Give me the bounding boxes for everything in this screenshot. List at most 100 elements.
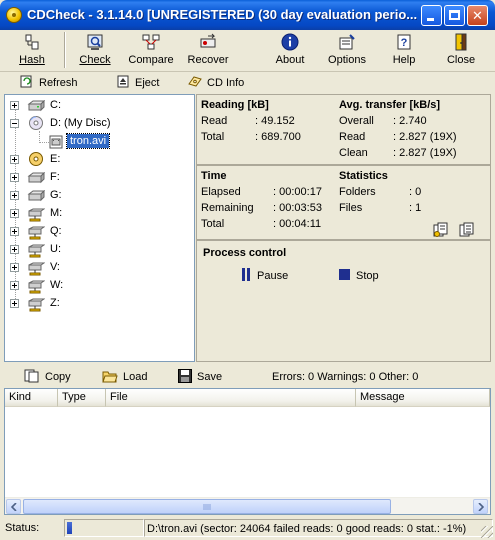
info-icon [281,33,299,51]
close-icon: ✕ [472,8,483,23]
drive-label: F: [50,171,60,183]
drive-toolbar: Refresh Eject CD Info [0,73,495,94]
drive-label: Z: [50,297,60,309]
options-button[interactable]: Options [324,30,370,72]
title-bar[interactable]: CDCheck - 3.1.14.0 [UNREGISTERED (30 day… [0,0,495,30]
tree-item-q[interactable]: Q: [5,223,193,241]
help-button[interactable]: ? Help [384,30,424,72]
compare-button[interactable]: Compare [126,30,176,72]
time-elapsed-value: : 00:00:17 [273,186,322,198]
status-label: Status: [5,522,40,534]
refresh-label: Refresh [39,77,78,89]
progress-bar [64,519,144,537]
pause-button[interactable]: Pause [241,268,288,284]
tree-item-e[interactable]: E: [5,151,193,169]
statistics-files-label: Files [339,202,363,214]
expand-toggle[interactable] [10,281,19,290]
copy-clipboard-icon[interactable] [459,222,475,238]
expand-toggle[interactable] [10,173,19,182]
status-message: D:\tron.avi (sector: 24064 failed reads:… [144,519,493,537]
tree-item-w[interactable]: W: [5,277,193,295]
column-header-file[interactable]: File [106,389,356,407]
recover-button[interactable]: Recover [184,30,232,72]
transfer-overall-value: : 2.740 [393,115,427,127]
pause-label: Pause [257,270,289,282]
expand-toggle[interactable] [10,299,19,308]
expand-toggle[interactable] [10,245,19,254]
horizontal-scrollbar[interactable] [5,497,490,514]
network-drive-icon [28,280,45,294]
tree-item-m[interactable]: M: [5,205,193,223]
tree-item-v[interactable]: V: [5,259,193,277]
cd-info-icon [188,76,202,87]
expand-toggle[interactable] [10,191,19,200]
stop-icon [339,269,350,280]
scroll-thumb[interactable] [23,499,391,514]
options-icon [339,34,355,50]
refresh-button[interactable]: Refresh [20,75,78,92]
network-drive-icon [28,226,45,240]
expand-toggle[interactable] [10,101,19,110]
reading-panel: Reading [kB] Read : 49.152 Total : 689.7… [196,94,491,165]
eject-label: Eject [135,77,160,89]
transfer-title: Avg. transfer [kB/s] [339,99,441,111]
network-drive-icon [28,244,45,258]
grip-icon [203,504,211,510]
close-button[interactable]: Close [442,30,480,72]
expand-toggle[interactable] [10,155,19,164]
hash-button[interactable]: Hash [8,30,56,72]
load-button[interactable]: Load [102,369,147,385]
statistics-files-value: : 1 [409,202,422,214]
drive-label: Q: [50,225,62,237]
tree-item-c[interactable]: C: [5,97,193,115]
cd-info-label: CD Info [207,77,245,89]
reading-read-label: Read [201,115,228,127]
options-label: Options [328,54,366,66]
tree-item-u[interactable]: U: [5,241,193,259]
time-total-label: Total [201,218,225,230]
hard-drive-icon [27,172,45,184]
cd-info-button[interactable]: CD Info [188,75,244,92]
stop-button[interactable]: Stop [339,268,379,284]
eject-button[interactable]: Eject [116,75,159,92]
check-button[interactable]: Check [72,30,118,72]
floppy-disk-icon [178,369,192,383]
column-header-type[interactable]: Type [58,389,106,407]
save-label: Save [197,371,223,383]
drive-label: E: [50,153,61,165]
column-header-kind[interactable]: Kind [5,389,58,407]
tree-item-file[interactable]: tron.avi [5,133,193,151]
pause-icon [242,268,250,281]
tree-item-d[interactable]: D: (My Disc) [5,115,193,133]
help-icon: ? [397,34,411,50]
save-button[interactable]: Save [178,369,222,385]
log-list[interactable]: Kind Type File Message [4,388,491,515]
expand-toggle[interactable] [10,263,19,272]
collapse-toggle[interactable] [10,119,19,128]
tree-item-f[interactable]: F: [5,169,193,187]
tree-item-z[interactable]: Z: [5,295,193,313]
resize-grip[interactable] [481,526,493,538]
maximize-button[interactable] [444,5,465,26]
process-title: Process control [203,247,287,259]
column-header-message[interactable]: Message [356,389,490,407]
copy-stats-icon[interactable] [433,222,449,238]
close-window-button[interactable]: ✕ [467,5,488,26]
about-button[interactable]: About [268,30,312,72]
drive-tree[interactable]: C: D: (My Disc) tron.avi E: F: G: M: Q: … [4,94,195,362]
check-icon [87,34,103,50]
cdcheck-app-icon[interactable] [6,7,22,23]
copy-button[interactable]: Copy [24,369,71,385]
time-total-value: : 00:04:11 [273,218,322,230]
scroll-right-button[interactable] [473,499,488,514]
expand-toggle[interactable] [10,209,19,218]
statistics-folders-value: : 0 [409,186,422,198]
expand-toggle[interactable] [10,227,19,236]
compare-label: Compare [128,54,174,66]
exit-door-icon [455,33,467,51]
minimize-button[interactable] [421,5,442,26]
scroll-left-button[interactable] [6,499,21,514]
tree-item-g[interactable]: G: [5,187,193,205]
open-folder-icon [102,371,118,383]
compare-icon [142,34,160,50]
